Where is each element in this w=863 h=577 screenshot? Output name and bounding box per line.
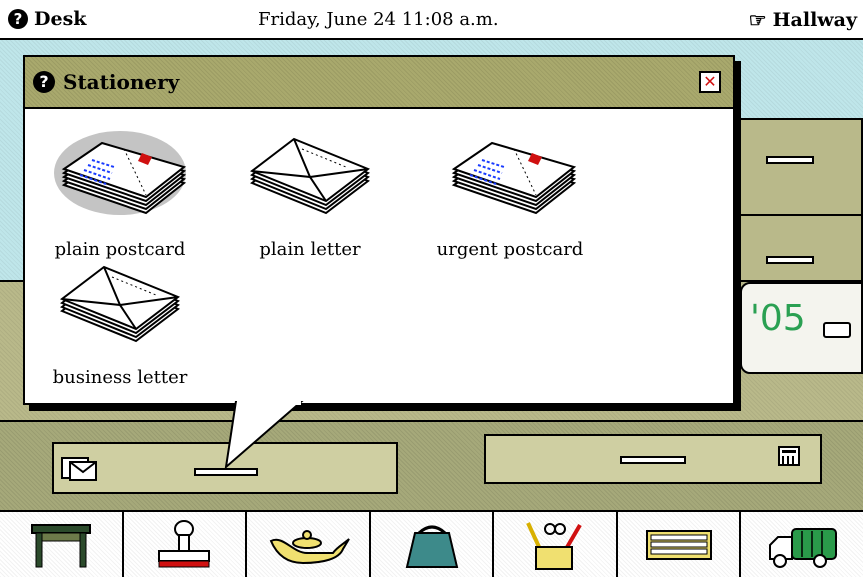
bag-tool[interactable]: [370, 512, 495, 577]
cabinet-handle: [766, 256, 814, 264]
item-label: business letter: [52, 367, 188, 388]
garbage-truck-icon: [769, 527, 838, 568]
desk-label[interactable]: Desk: [34, 8, 86, 30]
item-label: urgent postcard: [436, 239, 584, 260]
popup-title-bar: ? Stationery ✕: [25, 57, 733, 109]
top-bar: ? Desk Friday, June 24 11:08 a.m. ☞ Hall…: [0, 0, 863, 40]
envelope-icon[interactable]: [60, 452, 98, 482]
trash-truck-tool[interactable]: [741, 512, 863, 577]
hallway-button[interactable]: ☞ Hallway: [749, 8, 857, 32]
keyboard-icon: [645, 529, 712, 560]
popup-title: Stationery: [63, 70, 180, 94]
desk-drawer-right[interactable]: [484, 434, 822, 484]
help-icon[interactable]: ?: [33, 71, 55, 93]
office-supplies-tool[interactable]: [494, 512, 618, 577]
stationery-item-plain-postcard[interactable]: plain postcard: [35, 129, 205, 260]
item-label: plain letter: [259, 239, 361, 260]
calculator-icon[interactable]: [778, 446, 800, 466]
envelope-stack-icon: [249, 137, 371, 215]
lamp-tool[interactable]: [247, 512, 371, 577]
cabinet-handle: [766, 156, 814, 164]
date-time: Friday, June 24 11:08 a.m.: [258, 9, 499, 30]
stamp-tool[interactable]: [123, 512, 248, 577]
pointing-hand-icon: ☞: [748, 8, 767, 32]
desk-icon: [30, 523, 91, 567]
stationery-item-urgent-postcard[interactable]: urgent postcard: [425, 129, 595, 260]
datebook[interactable]: '05: [740, 282, 863, 374]
magic-lamp-icon: [269, 529, 350, 564]
bag-icon: [405, 525, 458, 568]
envelope-stack-icon: [59, 265, 181, 343]
keyboard-tool[interactable]: [617, 512, 742, 577]
bottom-toolbar: [0, 510, 863, 577]
desk-tool[interactable]: [0, 512, 124, 577]
postcard-stack-icon: [451, 141, 577, 215]
stamp-icon: [158, 519, 211, 567]
drawer-handle: [620, 456, 686, 464]
stationery-item-business-letter[interactable]: business letter: [35, 257, 205, 388]
datebook-clasp: [823, 322, 851, 338]
stationery-item-plain-letter[interactable]: plain letter: [225, 129, 395, 260]
popup-tail: [224, 401, 304, 470]
postcard-stack-icon: [54, 131, 187, 215]
datebook-year: '05: [750, 298, 806, 339]
close-icon[interactable]: ✕: [699, 71, 721, 93]
hallway-label: Hallway: [772, 9, 857, 31]
pencil-cup-icon: [526, 521, 582, 570]
stationery-popup: ? Stationery ✕ plain postcard plain lett…: [23, 55, 735, 405]
help-icon[interactable]: ?: [8, 9, 28, 29]
cabinet-drawer-top[interactable]: [738, 120, 861, 216]
